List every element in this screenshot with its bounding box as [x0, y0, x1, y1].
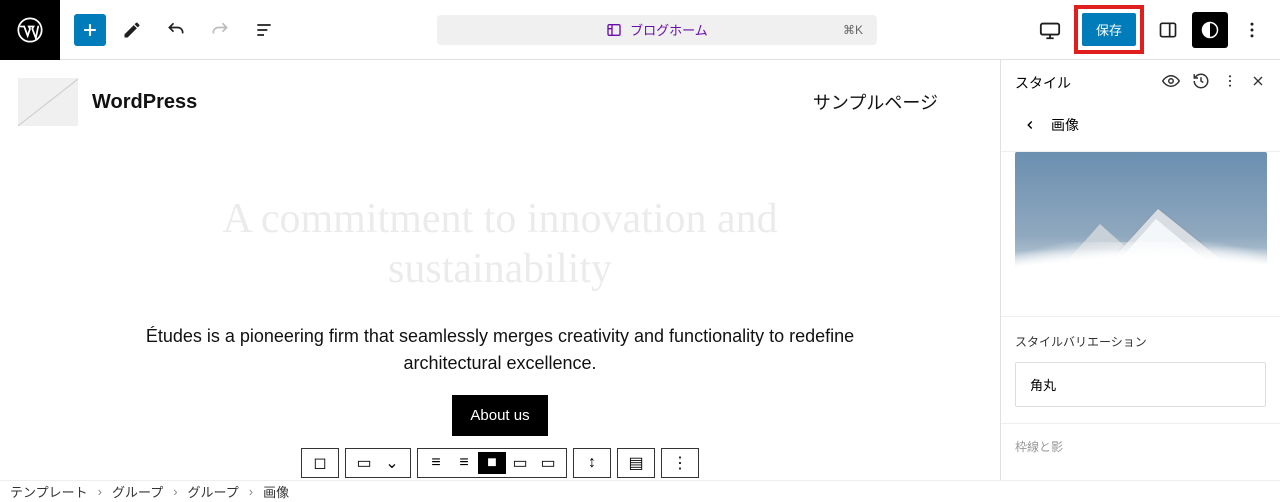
settings-panel-toggle[interactable]: [1150, 12, 1186, 48]
block-tool-group-5[interactable]: ▤: [617, 448, 655, 478]
site-title[interactable]: WordPress: [92, 91, 197, 114]
styles-back-label: 画像: [1051, 115, 1079, 135]
variation-option-rounded[interactable]: 角丸: [1015, 362, 1266, 407]
toolbar-right: 保存: [1032, 5, 1270, 54]
undo-button[interactable]: [158, 12, 194, 48]
site-header-left: WordPress: [18, 78, 197, 126]
style-variation-label: スタイルバリエーション: [1015, 333, 1266, 350]
block-tool-group-2[interactable]: ▭⌄: [345, 448, 411, 478]
redo-button[interactable]: [202, 12, 238, 48]
crumb-image[interactable]: 画像: [263, 482, 289, 501]
panel-more-icon[interactable]: [1222, 73, 1238, 92]
style-variation-section: スタイルバリエーション 角丸: [1001, 316, 1280, 423]
add-block-button[interactable]: [74, 14, 106, 46]
wordpress-logo[interactable]: [0, 0, 60, 60]
document-switcher[interactable]: ブログホーム ⌘K: [437, 15, 877, 45]
shortcut-hint: ⌘K: [843, 23, 863, 37]
edit-tool-button[interactable]: [114, 12, 150, 48]
crumb-separator: ›: [173, 484, 177, 499]
toolbar-left: [60, 12, 282, 48]
hero-paragraph[interactable]: Études is a pioneering firm that seamles…: [120, 323, 880, 377]
editor-top-bar: ブログホーム ⌘K 保存: [0, 0, 1280, 60]
site-header: WordPress サンプルページ: [0, 60, 1000, 144]
document-switcher-wrap: ブログホーム ⌘K: [282, 15, 1032, 45]
styles-panel: スタイル 画像 スタイルバリエーション 角丸 枠線と影: [1000, 60, 1280, 480]
save-highlight: 保存: [1074, 5, 1144, 54]
save-button[interactable]: 保存: [1082, 13, 1136, 46]
view-button[interactable]: [1032, 12, 1068, 48]
styles-panel-header: スタイル: [1001, 60, 1280, 105]
block-tool-group-4[interactable]: ↕: [573, 448, 611, 478]
revisions-icon[interactable]: [1192, 72, 1210, 93]
more-menu[interactable]: [1234, 12, 1270, 48]
styles-panel-actions: [1162, 72, 1266, 93]
close-icon[interactable]: [1250, 73, 1266, 92]
document-title: ブログホーム: [630, 20, 708, 39]
eye-icon[interactable]: [1162, 72, 1180, 93]
image-preview: [1015, 152, 1266, 302]
breadcrumb-bar: テンプレート › グループ › グループ › 画像: [0, 480, 1280, 502]
nav-link-sample[interactable]: サンプルページ: [813, 89, 938, 115]
hero-section: A commitment to innovation and sustainab…: [0, 144, 1000, 480]
crumb-separator: ›: [98, 484, 102, 499]
hero-heading[interactable]: A commitment to innovation and sustainab…: [120, 194, 880, 295]
border-shadow-section-peek[interactable]: 枠線と影: [1001, 423, 1280, 469]
site-logo-placeholder[interactable]: [18, 78, 78, 126]
list-view-button[interactable]: [246, 12, 282, 48]
block-tool-group-6[interactable]: ⋮: [661, 448, 699, 478]
block-toolbar: ◻ ▭⌄ ≡≡■▭▭ ↕ ▤ ⋮: [301, 448, 699, 478]
block-tool-group-1[interactable]: ◻: [301, 448, 339, 478]
mountain-thumbnail[interactable]: [1015, 152, 1267, 302]
crumb-separator: ›: [249, 484, 253, 499]
crumb-group-2[interactable]: グループ: [188, 482, 239, 501]
styles-toggle[interactable]: [1192, 12, 1228, 48]
crumb-template[interactable]: テンプレート: [10, 482, 88, 501]
block-tool-group-3[interactable]: ≡≡■▭▭: [417, 448, 567, 478]
styles-panel-title: スタイル: [1015, 73, 1071, 93]
editor-canvas[interactable]: WordPress サンプルページ A commitment to innova…: [0, 60, 1000, 480]
styles-back-row[interactable]: 画像: [1001, 105, 1280, 152]
crumb-group-1[interactable]: グループ: [112, 482, 163, 501]
editor-body: WordPress サンプルページ A commitment to innova…: [0, 60, 1280, 480]
hero-button[interactable]: About us: [452, 395, 547, 436]
chevron-left-icon: [1023, 118, 1037, 132]
